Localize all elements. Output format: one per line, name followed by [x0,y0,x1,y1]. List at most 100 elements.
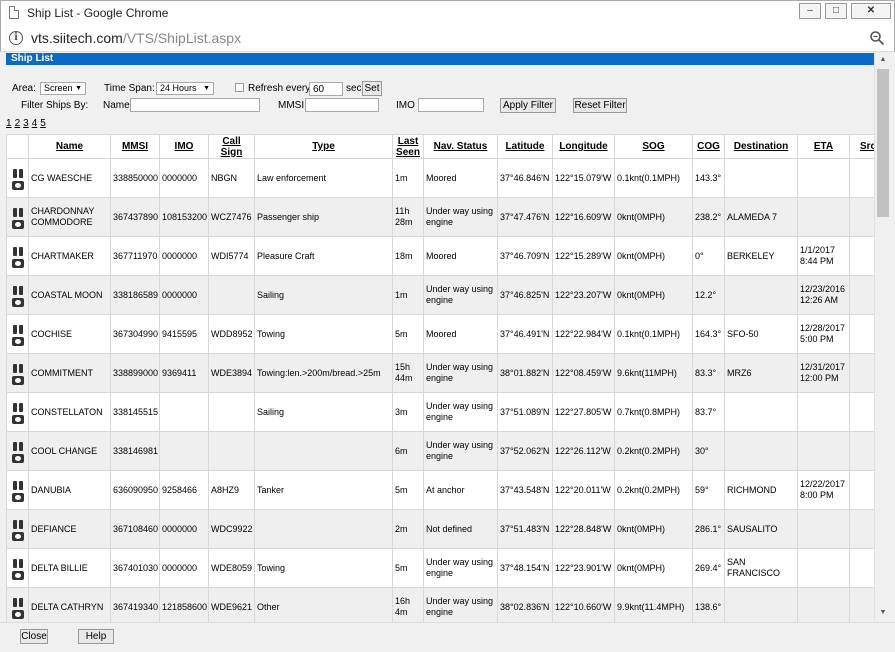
column-header[interactable]: Src [849,134,874,159]
table-row[interactable]: DEFIANCE 367108460 0000000 WDC9922 2m Not def… [6,509,874,549]
table-cell: COOL CHANGE [28,431,111,471]
refresh-checkbox[interactable] [235,83,244,92]
name-filter-label: Name [103,100,130,111]
table-cell: At anchor [423,470,498,510]
table-cell: 338850000 [110,158,160,198]
camera-icon[interactable] [11,219,24,229]
area-select[interactable]: Screen ▼ [40,82,86,95]
ship-list-table-container: Name MMSI IMO Call Sign Type Last Seen Nav. St… [6,134,874,622]
camera-icon[interactable] [11,297,24,307]
close-window-button[interactable]: ✕ [851,3,891,19]
column-header[interactable]: COG [692,134,725,159]
binoculars-icon[interactable] [12,167,24,178]
camera-icon[interactable] [11,336,24,346]
column-header[interactable]: Type [254,134,393,159]
table-cell: WDE3894 [208,353,255,393]
binoculars-icon[interactable] [12,557,24,568]
table-row[interactable]: DANUBIA 636090950 9258466 A8HZ9 Tanker 5m At a… [6,470,874,510]
table-cell: 636090950 [110,470,160,510]
table-row[interactable]: COOL CHANGE 338146981 6m Under way using en… [6,431,874,471]
camera-icon[interactable] [11,531,24,541]
column-header[interactable]: Latitude [497,134,553,159]
binoculars-icon[interactable] [12,596,24,607]
help-button[interactable]: Help [78,629,114,644]
page-link-3[interactable]: 3 [23,118,29,129]
url-text[interactable]: vts.siitech.com/VTS/ShipList.aspx [31,30,241,46]
scrollbar-thumb[interactable] [877,69,889,217]
table-cell: 122°10.660'W [552,587,615,622]
mmsi-filter-input[interactable] [305,98,379,112]
binoculars-icon[interactable] [12,440,24,451]
page-link-4[interactable]: 4 [32,118,38,129]
camera-icon[interactable] [11,492,24,502]
table-cell: Under way using engine [423,431,498,471]
table-row[interactable]: COMMITMENT 338899000 9369411 WDE3894 Towing:… [6,353,874,393]
scroll-up-arrow-icon[interactable]: ▲ [875,53,891,67]
table-row[interactable]: DELTA CATHRYN 367419340 121858600 WDE9621 Ot… [6,587,874,622]
binoculars-icon[interactable] [12,401,24,412]
column-header[interactable]: Last Seen [392,134,424,159]
set-button[interactable]: Set [362,81,382,96]
table-row[interactable]: CG WAESCHE 338850000 0000000 NBGN Law enforc… [6,158,874,198]
row-actions [6,392,29,432]
binoculars-icon[interactable] [12,206,24,217]
table-row[interactable]: DELTA BILLIE 367401030 0000000 WDE8059 Towin… [6,548,874,588]
row-actions [6,314,29,354]
binoculars-icon[interactable] [12,323,24,334]
camera-icon[interactable] [11,570,24,580]
page-link-5[interactable]: 5 [40,118,46,129]
table-cell: 367304990 [110,314,160,354]
camera-icon[interactable] [11,258,24,268]
table-row[interactable]: COCHISE 367304990 9415595 WDD8952 Towing 5m Mo… [6,314,874,354]
page-link-1[interactable]: 1 [6,118,12,129]
timespan-select[interactable]: 24 Hours ▼ [156,82,214,95]
binoculars-icon[interactable] [12,245,24,256]
page-link-2[interactable]: 2 [15,118,21,129]
table-row[interactable]: CONSTELLATON 338145515 Sailing 3m Under way … [6,392,874,432]
table-row[interactable]: CHARTMAKER 367711970 0000000 WDI5774 Pleasur… [6,236,874,276]
column-header[interactable]: Name [28,134,111,159]
vertical-scrollbar[interactable]: ▲ ▼ [874,53,890,621]
camera-icon[interactable] [11,180,24,190]
column-header[interactable]: SOG [614,134,693,159]
zoom-icon[interactable] [869,30,885,46]
close-button[interactable]: Close [20,629,48,644]
table-cell: 5m [392,548,424,588]
camera-icon[interactable] [11,375,24,385]
table-cell: 37°51.089'N [497,392,553,432]
column-header[interactable]: Nav. Status [423,134,498,159]
name-filter-input[interactable] [130,98,260,112]
address-bar[interactable]: i vts.siitech.com/VTS/ShipList.aspx [0,24,895,52]
column-header[interactable]: Call Sign [208,134,255,159]
table-row[interactable]: CHARDONNAY COMMODORE 367437890 108153200 WC… [6,197,874,237]
reset-filter-button[interactable]: Reset Filter [573,98,627,113]
minimize-button[interactable]: – [799,3,821,19]
column-header[interactable]: MMSI [110,134,160,159]
column-header[interactable]: ETA [797,134,850,159]
refresh-interval-input[interactable] [309,82,343,96]
column-header-actions [6,134,29,159]
column-header[interactable]: IMO [159,134,209,159]
table-cell: Towing [254,314,393,354]
imo-filter-input[interactable] [418,98,484,112]
apply-filter-button[interactable]: Apply Filter [500,98,556,113]
table-cell: 37°48.154'N [497,548,553,588]
scroll-down-arrow-icon[interactable]: ▼ [875,606,891,620]
info-icon[interactable]: i [9,31,23,45]
binoculars-icon[interactable] [12,362,24,373]
table-cell: 0000000 [159,158,209,198]
camera-icon[interactable] [11,453,24,463]
table-cell: 0.2knt(0.2MPH) [614,431,693,471]
table-cell [797,158,850,198]
column-header[interactable]: Destination [724,134,798,159]
binoculars-icon[interactable] [12,518,24,529]
maximize-button[interactable]: □ [825,3,847,19]
table-cell [849,587,874,622]
binoculars-icon[interactable] [12,479,24,490]
binoculars-icon[interactable] [12,284,24,295]
table-row[interactable]: COASTAL MOON 338186589 0000000 Sailing 1m Und… [6,275,874,315]
column-header[interactable]: Longitude [552,134,615,159]
camera-icon[interactable] [11,414,24,424]
table-cell: 38°01.882'N [497,353,553,393]
camera-icon[interactable] [11,609,24,619]
